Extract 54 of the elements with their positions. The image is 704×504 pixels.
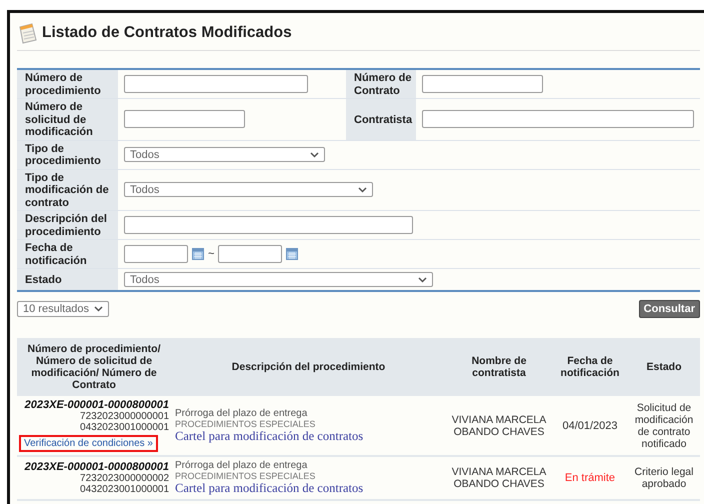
- column-header: Número de procedimiento/ Número de solicitud de modificación/ Número de Contrato: [17, 338, 171, 396]
- description-text: Prórroga del plazo de entrega: [175, 460, 308, 471]
- procedure-type: PROCEDIMIENTOS ESPECIALES: [175, 418, 316, 428]
- request-number: 7232023000000001: [79, 411, 169, 422]
- field-label: Contratista: [346, 99, 416, 140]
- input-field[interactable]: [422, 75, 543, 93]
- description-text: Prórroga del plazo de entrega: [175, 408, 308, 418]
- dropdown[interactable]: Todos: [124, 147, 325, 162]
- column-header: Estado: [628, 338, 700, 396]
- notebook-icon: [17, 22, 39, 44]
- field-label: Número de solicitud de modificación: [17, 99, 118, 140]
- procedure-type: PROCEDIMIENTOS ESPECIALES: [175, 471, 316, 481]
- field-label: Fecha de notificación: [17, 240, 118, 268]
- page-size-dropdown[interactable]: 10 resultados: [17, 301, 109, 317]
- field-label: Estado: [17, 269, 118, 290]
- procedure-number: 2023XE-000001-0000800001: [24, 399, 169, 411]
- chevron-down-icon: [358, 186, 367, 193]
- calendar-icon[interactable]: [286, 248, 298, 260]
- column-header: Descripción del procedimiento: [171, 338, 446, 396]
- status-text: Criterio legal aprobado: [634, 466, 694, 490]
- chevron-down-icon: [418, 276, 427, 282]
- contract-number: 0432023001000001: [79, 422, 169, 433]
- input-field[interactable]: [422, 110, 694, 128]
- column-header: Nombre de contratista: [446, 338, 552, 396]
- dropdown[interactable]: Todos: [124, 182, 373, 198]
- request-number: 7232023000000002: [79, 473, 169, 484]
- contractor-name: VIVIANA MARCELA OBANDO CHAVES: [452, 414, 546, 438]
- verification-link[interactable]: Verificación de condiciones »: [19, 435, 158, 452]
- date-field[interactable]: [124, 245, 188, 263]
- notification-date: 04/01/2023: [562, 420, 618, 432]
- contract-number: 0432023001000001: [79, 484, 169, 495]
- chevron-down-icon: [94, 306, 103, 312]
- cartel-link[interactable]: Cartel para modificación de contratos: [175, 428, 364, 442]
- date-separator: ~: [208, 248, 214, 260]
- notification-date: En trámite: [564, 472, 616, 484]
- input-field[interactable]: [124, 75, 308, 93]
- procedure-number: 2023XE-000001-0000800001: [24, 461, 169, 473]
- column-header: Fecha de notificación: [552, 338, 628, 396]
- field-label: Tipo de procedimiento: [17, 140, 118, 168]
- input-field[interactable]: [124, 110, 245, 128]
- contractor-name: VIVIANA MARCELA OBANDO CHAVES: [452, 466, 546, 490]
- input-field[interactable]: [124, 216, 413, 234]
- field-label: Descripción del procedimiento: [17, 211, 118, 239]
- calendar-icon[interactable]: [192, 248, 204, 260]
- date-field[interactable]: [218, 245, 282, 263]
- cartel-link[interactable]: Cartel para modificación de contratos: [175, 481, 364, 495]
- field-label: Número de procedimiento: [17, 70, 118, 98]
- page-title: Listado de Contratos Modificados: [42, 24, 292, 42]
- chevron-down-icon: [310, 152, 319, 158]
- status-text: Solicitud de modificación de contrato notificado: [634, 402, 694, 450]
- consultar-button[interactable]: Consultar: [638, 300, 700, 318]
- field-label: Tipo de modificación de contrato: [17, 170, 118, 210]
- field-label: Número de Contrato: [346, 70, 416, 98]
- dropdown[interactable]: Todos: [124, 272, 433, 287]
